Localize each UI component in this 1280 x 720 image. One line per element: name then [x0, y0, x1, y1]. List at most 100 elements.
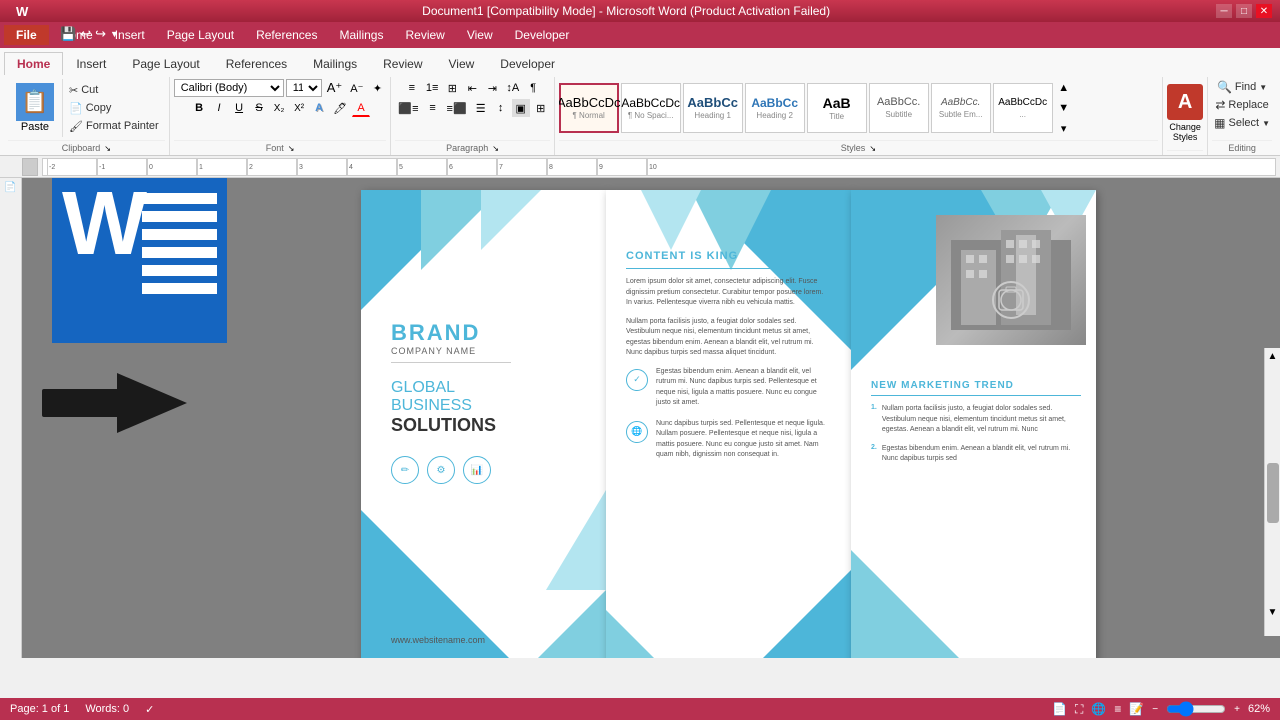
paragraph-dialog-btn[interactable]: ↘	[492, 144, 499, 153]
style-subtle-emphasis[interactable]: AaBbCc. Subtle Em...	[931, 83, 991, 133]
qa-save[interactable]: 💾	[60, 26, 76, 42]
qa-customize[interactable]: ▼	[110, 29, 119, 39]
ruler-corner[interactable]	[22, 158, 38, 176]
find-button[interactable]: 🔍 Find ▼	[1215, 79, 1269, 95]
italic-button[interactable]: I	[210, 99, 228, 117]
font-name-select[interactable]: Calibri (Body)	[174, 79, 284, 97]
view-print-btn[interactable]: 📄	[1052, 702, 1067, 716]
styles-dialog-btn[interactable]: ↘	[869, 144, 876, 153]
mp-bottom-left	[606, 610, 666, 658]
line-spacing-button[interactable]: ↕	[492, 99, 510, 117]
align-left-button[interactable]: ⬛≡	[395, 99, 421, 117]
replace-button[interactable]: ⇄ Replace	[1213, 97, 1270, 113]
view-fullscreen-btn[interactable]: ⛶	[1075, 702, 1083, 717]
view-web-btn[interactable]: 🌐	[1091, 702, 1106, 716]
increase-indent-button[interactable]: ⇥	[483, 79, 501, 97]
multilevel-list-button[interactable]: ⊞	[443, 79, 461, 97]
select-button[interactable]: ▦ Select ▼	[1212, 115, 1272, 131]
menu-developer[interactable]: Developer	[505, 25, 580, 45]
style-no-spacing[interactable]: AaBbCcDc ¶ No Spaci...	[621, 83, 681, 133]
font-size-select[interactable]: 11	[286, 79, 322, 97]
ribbon: Home Insert Page Layout References Maili…	[0, 48, 1280, 156]
menu-page-layout[interactable]: Page Layout	[157, 25, 244, 45]
vertical-scrollbar[interactable]: ▲ ▼	[1264, 348, 1280, 636]
align-center-button[interactable]: ≡	[424, 99, 442, 117]
clipboard-dialog-btn[interactable]: ↘	[104, 144, 111, 153]
title-text: Document1 [Compatibility Mode] - Microso…	[36, 4, 1216, 18]
paragraph-label: Paragraph	[446, 143, 488, 153]
zoom-out-btn[interactable]: −	[1152, 704, 1158, 715]
close-button[interactable]: ✕	[1256, 4, 1272, 18]
word-line-6	[142, 283, 217, 294]
underline-button[interactable]: U	[230, 99, 248, 117]
style-heading1[interactable]: AaBbCc Heading 1	[683, 83, 743, 133]
scroll-down-btn[interactable]: ▼	[1265, 604, 1280, 620]
format-painter-button[interactable]: 🖌 Format Painter	[67, 119, 161, 134]
style-subtitle[interactable]: AaBbCc. Subtitle	[869, 83, 929, 133]
tab-page-layout[interactable]: Page Layout	[119, 52, 212, 75]
paste-button[interactable]: 📋 Paste	[8, 79, 63, 137]
styles-scroll-down[interactable]: ▼	[1055, 99, 1073, 117]
view-outline-btn[interactable]: ≡	[1114, 702, 1121, 716]
tab-developer[interactable]: Developer	[487, 52, 568, 75]
tab-insert[interactable]: Insert	[63, 52, 119, 75]
sort-button[interactable]: ↕A	[503, 79, 522, 97]
menu-bar: File Home Insert Page Layout References …	[0, 22, 1280, 48]
numbering-button[interactable]: 1≡	[423, 79, 442, 97]
spell-check-icon[interactable]: ✓	[145, 703, 154, 716]
style-more[interactable]: AaBbCcDc ...	[993, 83, 1053, 133]
svg-text:9: 9	[599, 164, 603, 171]
align-right-button[interactable]: ≡⬛	[444, 99, 470, 117]
zoom-slider[interactable]	[1166, 701, 1226, 717]
superscript-button[interactable]: X²	[290, 99, 308, 117]
doc-view-btn[interactable]: 📄	[4, 182, 16, 193]
cut-button[interactable]: ✂ Cut	[67, 83, 161, 98]
menu-review[interactable]: Review	[395, 25, 454, 45]
change-styles-group: A ChangeStyles	[1163, 77, 1208, 155]
clear-format-button[interactable]: ✦	[368, 79, 386, 97]
justify-button[interactable]: ☰	[472, 99, 490, 117]
svg-text:0: 0	[149, 164, 153, 171]
font-dialog-btn[interactable]: ↘	[288, 144, 295, 153]
text-effects-button[interactable]: A	[310, 99, 328, 117]
bullets-button[interactable]: ≡	[403, 79, 421, 97]
qa-undo[interactable]: ↩	[80, 26, 91, 42]
text-highlight-button[interactable]: 🖊	[330, 99, 350, 117]
font-grow-button[interactable]: A⁺	[324, 79, 346, 97]
mp-body1: Lorem ipsum dolor sit amet, consectetur …	[626, 277, 831, 309]
scroll-up-btn[interactable]: ▲	[1265, 348, 1280, 364]
mp-top-mid2	[641, 190, 701, 250]
tab-mailings[interactable]: Mailings	[300, 52, 370, 75]
website-text: www.websitename.com	[391, 635, 485, 645]
minimize-button[interactable]: ─	[1216, 4, 1232, 18]
tab-review[interactable]: Review	[370, 52, 435, 75]
zoom-in-btn[interactable]: +	[1234, 704, 1240, 715]
subscript-button[interactable]: X₂	[270, 99, 288, 117]
borders-button[interactable]: ⊞	[532, 99, 550, 117]
qa-redo[interactable]: ↪	[95, 26, 106, 42]
font-shrink-button[interactable]: A⁻	[347, 79, 366, 97]
style-normal[interactable]: AaBbCcDc ¶ Normal	[559, 83, 619, 133]
tab-home[interactable]: Home	[4, 52, 63, 75]
change-styles-button[interactable]: A ChangeStyles	[1167, 84, 1203, 142]
decrease-indent-button[interactable]: ⇤	[463, 79, 481, 97]
font-color-button[interactable]: A	[352, 99, 370, 117]
menu-mailings[interactable]: Mailings	[329, 25, 393, 45]
copy-button[interactable]: 📄 Copy	[67, 101, 161, 116]
style-title[interactable]: AaB Title	[807, 83, 867, 133]
tab-view[interactable]: View	[436, 52, 488, 75]
show-marks-button[interactable]: ¶	[524, 79, 542, 97]
styles-more[interactable]: ▾	[1055, 119, 1073, 137]
scroll-thumb[interactable]	[1267, 463, 1279, 523]
style-heading2[interactable]: AaBbCc Heading 2	[745, 83, 805, 133]
maximize-button[interactable]: □	[1236, 4, 1252, 18]
view-draft-btn[interactable]: 📝	[1129, 702, 1144, 716]
menu-view[interactable]: View	[457, 25, 503, 45]
menu-references[interactable]: References	[246, 25, 327, 45]
bold-button[interactable]: B	[190, 99, 208, 117]
tab-references[interactable]: References	[213, 52, 300, 75]
file-menu[interactable]: File	[4, 25, 49, 45]
shading-button[interactable]: ▣	[512, 99, 530, 117]
styles-scroll-up[interactable]: ▲	[1055, 79, 1073, 97]
strikethrough-button[interactable]: S	[250, 99, 268, 117]
